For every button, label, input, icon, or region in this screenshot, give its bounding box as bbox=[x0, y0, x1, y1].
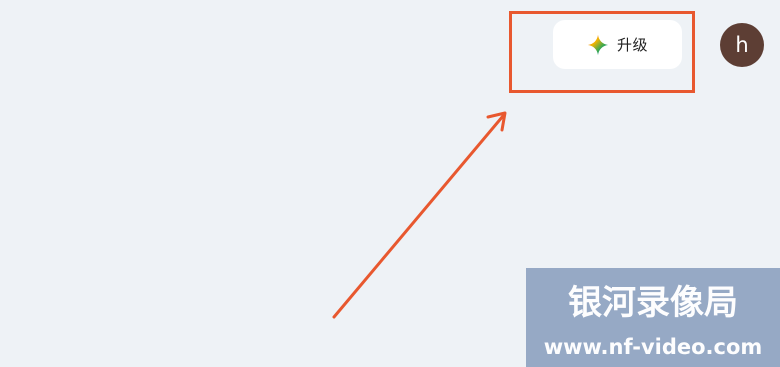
annotation-highlight-box bbox=[509, 11, 695, 93]
avatar-initial: h bbox=[735, 33, 749, 57]
watermark-title: 银河录像局 bbox=[568, 283, 738, 323]
watermark: 银河录像局 www.nf-video.com bbox=[526, 268, 780, 367]
watermark-url: www.nf-video.com bbox=[544, 335, 763, 359]
user-avatar[interactable]: h bbox=[720, 23, 764, 67]
screen: { "header": { "upgrade": { "label": "升级"… bbox=[0, 0, 780, 367]
